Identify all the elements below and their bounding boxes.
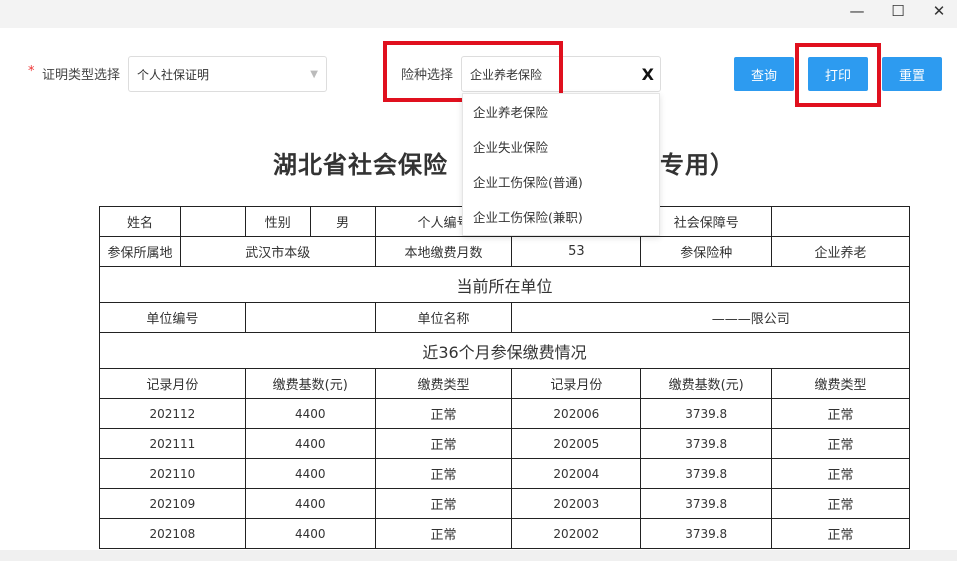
ssn-label: 社会保障号 xyxy=(640,206,773,237)
title-bar: — ☐ ✕ xyxy=(0,0,957,28)
required-marker: * xyxy=(28,64,35,79)
highlight-box-print xyxy=(795,43,881,107)
table-cell: 3739.8 xyxy=(640,488,773,519)
pay-header-row: 记录月份 缴费基数(元) 缴费类型 记录月份 缴费基数(元) 缴费类型 xyxy=(99,368,910,399)
table-row: 202109 4400 正常 202003 3739.8 正常 xyxy=(99,488,910,519)
table-cell: 202006 xyxy=(511,398,642,429)
table-row: 202110 4400 正常 202004 3739.8 正常 xyxy=(99,458,910,489)
ssn-value xyxy=(771,206,910,237)
page-title-left: 湖北省社会保险 xyxy=(273,150,448,179)
unit-name-label: 单位名称 xyxy=(374,302,513,333)
table-cell: 202112 xyxy=(99,398,246,429)
type-value: 企业养老 xyxy=(771,236,910,267)
table-cell: 202005 xyxy=(511,428,642,459)
column-header: 缴费基数(元) xyxy=(640,368,773,399)
query-button[interactable]: 查询 xyxy=(734,57,794,91)
name-label: 姓名 xyxy=(99,206,181,237)
cert-type-value: 个人社保证明 xyxy=(137,67,210,82)
name-value xyxy=(179,206,246,237)
table-cell: 正常 xyxy=(374,518,513,549)
table-row: 202111 4400 正常 202005 3739.8 正常 xyxy=(99,428,910,459)
gender-value: 男 xyxy=(309,206,376,237)
table-cell: 202003 xyxy=(511,488,642,519)
unit-code-label: 单位编号 xyxy=(99,302,246,333)
table-cell: 202004 xyxy=(511,458,642,489)
maximize-button[interactable]: ☐ xyxy=(883,2,913,24)
table-row: 202112 4400 正常 202006 3739.8 正常 xyxy=(99,398,910,429)
close-button[interactable]: ✕ xyxy=(924,2,954,24)
column-header: 缴费类型 xyxy=(374,368,513,399)
table-cell: 4400 xyxy=(244,488,376,519)
table-cell: 正常 xyxy=(771,488,910,519)
table-cell: 正常 xyxy=(771,398,910,429)
months-label: 本地缴费月数 xyxy=(374,236,513,267)
minimize-button[interactable]: — xyxy=(842,2,872,24)
table-cell: 正常 xyxy=(374,398,513,429)
type-label: 参保险种 xyxy=(640,236,773,267)
dropdown-option[interactable]: 企业工伤保险(普通) xyxy=(463,166,659,199)
cert-type-select[interactable]: 个人社保证明 ▼ xyxy=(128,56,327,92)
table-cell: 3739.8 xyxy=(640,458,773,489)
table-cell: 正常 xyxy=(374,428,513,459)
months-value: 53 xyxy=(511,236,642,267)
table-cell: 202111 xyxy=(99,428,246,459)
table-cell: 3739.8 xyxy=(640,398,773,429)
table-cell: 3739.8 xyxy=(640,518,773,549)
column-header: 记录月份 xyxy=(99,368,246,399)
table-cell: 正常 xyxy=(771,458,910,489)
column-header: 缴费类型 xyxy=(771,368,910,399)
dropdown-option[interactable]: 企业失业保险 xyxy=(463,131,659,164)
dropdown-arrow-icon: ▼ xyxy=(310,68,318,80)
clear-icon[interactable]: X xyxy=(642,65,654,84)
table-cell: 4400 xyxy=(244,518,376,549)
table-cell: 正常 xyxy=(771,428,910,459)
table-cell: 正常 xyxy=(771,518,910,549)
column-header: 缴费基数(元) xyxy=(244,368,376,399)
table-row: 202108 4400 正常 202002 3739.8 正常 xyxy=(99,518,910,549)
reset-button[interactable]: 重置 xyxy=(882,57,942,91)
dropdown-option[interactable]: 企业养老保险 xyxy=(463,96,659,129)
table-row: 单位编号 单位名称 ———限公司 xyxy=(99,302,910,333)
cert-type-label: 证明类型选择 xyxy=(42,68,121,83)
region-value: 武汉市本级 xyxy=(179,236,376,267)
table-cell: 202002 xyxy=(511,518,642,549)
insurance-dropdown: 企业养老保险 企业失业保险 企业工伤保险(普通) 企业工伤保险(兼职) xyxy=(462,93,660,236)
region-label: 参保所属地 xyxy=(99,236,181,267)
gender-label: 性别 xyxy=(244,206,311,237)
certificate-table: 姓名 性别 男 个人编号 社会保障号 参保所属地 武汉市本级 本地缴费月数 53… xyxy=(99,206,910,549)
page-title-right: 专用） xyxy=(660,150,735,179)
pay-section-header: 近36个月参保缴费情况 xyxy=(99,332,910,369)
table-cell: 4400 xyxy=(244,398,376,429)
table-cell: 4400 xyxy=(244,458,376,489)
table-cell: 正常 xyxy=(374,488,513,519)
table-cell: 202109 xyxy=(99,488,246,519)
unit-section-header: 当前所在单位 xyxy=(99,266,910,303)
table-cell: 3739.8 xyxy=(640,428,773,459)
dropdown-option[interactable]: 企业工伤保险(兼职) xyxy=(463,201,659,234)
bottom-scroll-area xyxy=(0,550,957,561)
unit-name-value: ———限公司 xyxy=(511,302,910,333)
table-row: 参保所属地 武汉市本级 本地缴费月数 53 参保险种 企业养老 xyxy=(99,236,910,267)
table-cell: 4400 xyxy=(244,428,376,459)
table-cell: 202108 xyxy=(99,518,246,549)
column-header: 记录月份 xyxy=(511,368,642,399)
unit-code-value xyxy=(244,302,376,333)
table-cell: 202110 xyxy=(99,458,246,489)
table-cell: 正常 xyxy=(374,458,513,489)
